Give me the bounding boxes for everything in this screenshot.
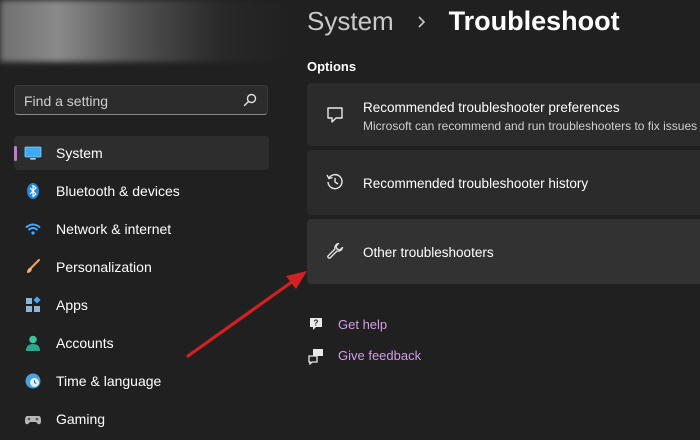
sidebar-item-label: Apps	[56, 297, 88, 313]
search-icon[interactable]	[243, 93, 257, 107]
brush-icon	[27, 258, 41, 273]
profile-area-blurred	[0, 0, 290, 62]
chevron-right-icon	[418, 15, 426, 28]
wrench-icon	[327, 242, 344, 259]
sidebar-item-label: System	[56, 145, 103, 161]
sidebar: System Bluetooth & devices Network & int…	[0, 0, 290, 427]
link-label[interactable]: Give feedback	[338, 348, 421, 363]
sidebar-item-system[interactable]: System	[14, 136, 269, 170]
sidebar-item-gaming[interactable]: Gaming	[14, 402, 269, 436]
sidebar-item-time-language[interactable]: Time & language	[14, 364, 269, 398]
sidebar-item-label: Bluetooth & devices	[56, 183, 180, 199]
sidebar-item-accounts[interactable]: Accounts	[14, 326, 269, 360]
sidebar-item-label: Time & language	[56, 373, 162, 389]
sidebar-item-network[interactable]: Network & internet	[14, 212, 269, 246]
section-label: Options	[307, 59, 357, 74]
person-icon	[26, 335, 40, 351]
sidebar-item-apps[interactable]: Apps	[14, 288, 269, 322]
help-icon: ?	[310, 318, 322, 330]
card-other-troubleshooters[interactable]: Other troubleshooters	[307, 219, 700, 284]
card-title: Recommended troubleshooter preferences	[363, 100, 620, 115]
card-recommended-history[interactable]: Recommended troubleshooter history	[307, 150, 700, 215]
card-title: Other troubleshooters	[363, 245, 494, 260]
chat-bubble-icon	[327, 107, 343, 123]
svg-text:?: ?	[314, 319, 319, 328]
link-label[interactable]: Get help	[338, 317, 387, 332]
page-title: Troubleshoot	[448, 6, 620, 36]
sidebar-item-personalization[interactable]: Personalization	[14, 250, 269, 284]
feedback-icon	[308, 349, 323, 365]
sidebar-item-bluetooth[interactable]: Bluetooth & devices	[14, 174, 269, 208]
search-input[interactable]	[24, 92, 224, 110]
sidebar-item-label: Accounts	[56, 335, 114, 351]
gamepad-icon	[25, 416, 41, 425]
sidebar-item-label: Gaming	[56, 411, 106, 427]
breadcrumb: System Troubleshoot	[307, 6, 620, 42]
monitor-icon	[24, 146, 42, 160]
search-box[interactable]	[14, 85, 268, 115]
bluetooth-icon	[27, 183, 39, 199]
card-subtitle: Microsoft can recommend and run troubles…	[363, 119, 698, 133]
sidebar-item-label: Network & internet	[56, 221, 172, 237]
card-title: Recommended troubleshooter history	[363, 176, 589, 191]
breadcrumb-parent-link[interactable]: System	[307, 6, 394, 36]
wifi-icon	[25, 223, 41, 235]
sidebar-item-label: Personalization	[56, 259, 152, 275]
card-recommended-preferences[interactable]: Recommended troubleshooter preferences M…	[307, 83, 700, 146]
globe-clock-icon	[25, 373, 41, 389]
sidebar-nav: System Bluetooth & devices Network & int…	[14, 136, 269, 440]
history-icon	[326, 173, 343, 190]
apps-icon	[26, 296, 41, 312]
